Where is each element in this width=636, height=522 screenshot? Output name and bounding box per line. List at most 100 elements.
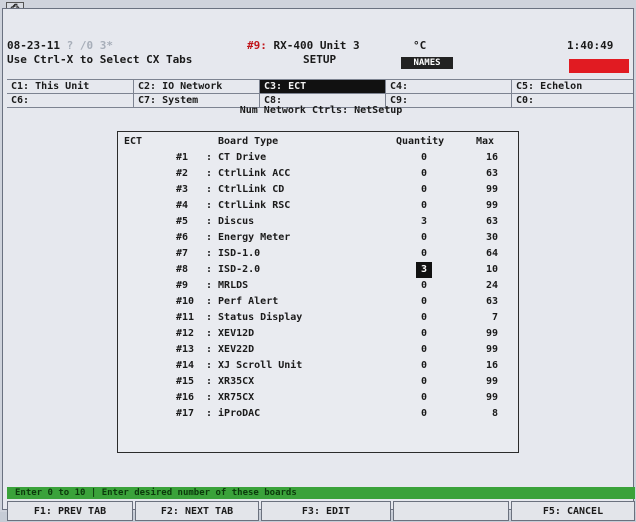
clock: 1:40:49	[567, 39, 614, 52]
row-number: #9	[176, 280, 189, 291]
unit-name: RX-400 Unit 3	[273, 39, 360, 52]
board-row: #1: CT Drive 0 16	[118, 150, 518, 166]
board-row: #3 : CtrlLink CD 0 99	[118, 182, 518, 198]
max-value: 7	[491, 312, 498, 323]
board-row: #9: MRLDS 0 24	[118, 278, 518, 294]
row-number: #17	[176, 408, 195, 419]
board-name: : CtrlLink CD	[206, 184, 285, 195]
quantity-field[interactable]: 0	[416, 166, 432, 182]
quantity-field[interactable]: 0	[416, 358, 432, 374]
max-value: 16	[485, 360, 498, 371]
names-badge[interactable]: NAMES	[401, 57, 453, 69]
quantity-field[interactable]: 0	[416, 150, 432, 166]
quantity-field[interactable]: 0	[416, 342, 432, 358]
board-name: : XR75CX	[206, 392, 255, 403]
row-number: #1	[176, 152, 189, 163]
board-panel: ECT Board Type Quantity Max #1: CT Drive…	[117, 131, 519, 453]
max-value: 99	[485, 392, 498, 403]
tab-c4[interactable]: C4:	[385, 80, 511, 93]
row-number: #3	[176, 184, 189, 195]
unit-code: #9:	[247, 39, 267, 52]
quantity-field[interactable]: 0	[416, 198, 432, 214]
max-value: 63	[485, 168, 498, 179]
board-row: #2: CtrlLink ACC 0 63	[118, 166, 518, 182]
quantity-field[interactable]: 0	[416, 278, 432, 294]
ctrl-x-hint: Use Ctrl-X to Select CX Tabs	[7, 53, 193, 66]
quantity-field[interactable]: 3	[416, 214, 432, 230]
row-number: #13	[176, 344, 195, 355]
board-row: #7: ISD-1.0 0 64	[118, 246, 518, 262]
board-row: #16 : XR75CX 0 99	[118, 390, 518, 406]
quantity-field[interactable]: 0	[416, 406, 432, 422]
max-value: 10	[485, 264, 498, 275]
max-value: 99	[485, 328, 498, 339]
misc-mark: °C	[413, 39, 427, 52]
max-value: 63	[485, 216, 498, 227]
quantity-field[interactable]: 0	[416, 230, 432, 246]
max-value: 30	[485, 232, 498, 243]
function-key-bar: F1: PREV TAB F2: NEXT TAB F3: EDIT F5: C…	[7, 501, 635, 521]
quantity-field[interactable]: 0	[416, 294, 432, 310]
board-row: #13 : XEV22D 0 99	[118, 342, 518, 358]
max-value: 24	[485, 280, 498, 291]
status-line: Enter 0 to 10 | Enter desired number of …	[7, 487, 635, 499]
max-value: 99	[485, 344, 498, 355]
f3-edit-button[interactable]: F3: EDIT	[261, 501, 391, 521]
row-number: #16	[176, 392, 195, 403]
max-value: 64	[485, 248, 498, 259]
alarm-indicator	[569, 59, 629, 73]
quantity-field[interactable]: 0	[416, 310, 432, 326]
board-name: : XR35CX	[206, 376, 255, 387]
board-row: #6 : Energy Meter 0 30	[118, 230, 518, 246]
board-name: : Discus	[206, 216, 255, 227]
cx-tabs: C1: This Unit C2: IO Network C3: ECT C4:…	[7, 79, 633, 108]
tab-row-1: C1: This Unit C2: IO Network C3: ECT C4:…	[7, 80, 633, 94]
tab-c5[interactable]: C5: Echelon	[511, 80, 633, 93]
board-name: : Energy Meter	[206, 232, 291, 243]
f1-prev-tab-button[interactable]: F1: PREV TAB	[7, 501, 133, 521]
quantity-field[interactable]: 0	[416, 390, 432, 406]
col-max: Max	[476, 136, 495, 147]
mode-label: SETUP	[303, 53, 337, 66]
max-value: 99	[485, 184, 498, 195]
board-name: : CtrlLink ACC	[206, 168, 291, 179]
quantity-field[interactable]: 0	[416, 246, 432, 262]
board-name: : Perf Alert	[206, 296, 279, 307]
board-name: : ISD-1.0	[206, 248, 261, 259]
terminal-screen: 08-23-11 ? /0 3* #9: RX-400 Unit 3 °C 1:…	[2, 8, 635, 521]
row-number: #6	[176, 232, 189, 243]
board-row: #11: Status Display 0 7	[118, 310, 518, 326]
board-name: : Status Display	[206, 312, 303, 323]
quantity-field[interactable]: 0	[416, 182, 432, 198]
board-name: : XEV22D	[206, 344, 255, 355]
board-name: : iProDAC	[206, 408, 261, 419]
tab-c1[interactable]: C1: This Unit	[7, 80, 133, 93]
col-quantity: Quantity	[396, 136, 445, 147]
board-name: : CT Drive	[206, 152, 267, 163]
row-number: #14	[176, 360, 195, 371]
tab-c3[interactable]: C3: ECT	[259, 80, 385, 93]
board-row: #14 : XJ Scroll Unit 0 16	[118, 358, 518, 374]
f2-next-tab-button[interactable]: F2: NEXT TAB	[135, 501, 259, 521]
max-value: 63	[485, 296, 498, 307]
board-name: : XJ Scroll Unit	[206, 360, 303, 371]
row-number: #15	[176, 376, 195, 387]
header-line-1: 08-23-11 ? /0 3*	[7, 39, 113, 52]
row-number: #12	[176, 328, 195, 339]
screen-title: Num Network Ctrls: NetSetup	[239, 105, 403, 116]
row-number: #10	[176, 296, 195, 307]
tab-c2[interactable]: C2: IO Network	[133, 80, 259, 93]
row-number: #4	[176, 200, 189, 211]
header-dim-marks: ? /0 3*	[66, 39, 113, 52]
unit-indicator: #9: RX-400 Unit 3	[247, 39, 360, 52]
f5-cancel-button[interactable]: F5: CANCEL	[511, 501, 635, 521]
quantity-field[interactable]: 0	[416, 374, 432, 390]
board-name: : ISD-2.0	[206, 264, 261, 275]
quantity-field-selected[interactable]: 3	[416, 262, 432, 278]
f4-blank-button[interactable]	[393, 501, 509, 521]
board-row: #12: XEV12D 0 99	[118, 326, 518, 342]
board-row: #10 : Perf Alert 0 63	[118, 294, 518, 310]
quantity-field[interactable]: 0	[416, 326, 432, 342]
board-row: #5: Discus 3 63	[118, 214, 518, 230]
max-value: 8	[491, 408, 498, 419]
